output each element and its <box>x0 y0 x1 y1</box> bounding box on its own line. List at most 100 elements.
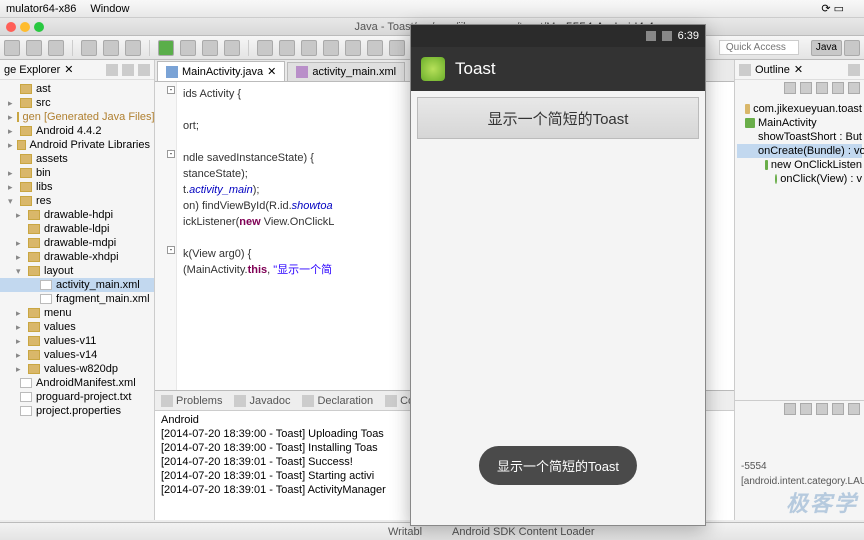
tree-item[interactable]: ▸values-v11 <box>0 334 154 348</box>
outline-tool[interactable] <box>816 82 828 94</box>
perspective-other[interactable] <box>844 40 860 56</box>
menu-window[interactable]: Window <box>90 3 129 15</box>
tab-javadoc[interactable]: Javadoc <box>234 395 290 407</box>
quick-access-input[interactable] <box>719 40 799 55</box>
toolbar-button[interactable] <box>224 40 240 56</box>
device-info: -5554 <box>735 459 864 474</box>
tree-item[interactable]: ▸libs <box>0 180 154 194</box>
menu-icon[interactable] <box>138 64 150 76</box>
tree-item[interactable]: ast <box>0 82 154 96</box>
outline-item[interactable]: showToastShort : But <box>737 130 862 144</box>
outline-item[interactable]: new OnClickListen <box>737 158 862 172</box>
app-title: Toast <box>455 59 496 79</box>
minimize-icon[interactable] <box>20 22 30 32</box>
outline-item[interactable]: onCreate(Bundle) : vo <box>737 144 862 158</box>
link-icon[interactable] <box>122 64 134 76</box>
toolbar-button[interactable] <box>389 40 405 56</box>
tree-item[interactable]: ▸values <box>0 320 154 334</box>
tree-item[interactable]: ▸gen [Generated Java Files] <box>0 110 154 124</box>
rp-tool[interactable] <box>832 403 844 415</box>
toast-message: 显示一个简短的Toast <box>479 446 637 485</box>
status-writable: Writabl <box>388 526 422 538</box>
debug-button[interactable] <box>180 40 196 56</box>
mac-menubar: mulator64-x86 Window ⟳ ▭ <box>0 0 864 18</box>
right-pane: Outline ✕ com.jikexueyuan.toastMainActiv… <box>734 60 864 520</box>
tree-item[interactable]: ▸values-v14 <box>0 348 154 362</box>
toolbar-button[interactable] <box>202 40 218 56</box>
toolbar-button[interactable] <box>48 40 64 56</box>
clock: 6:39 <box>678 30 699 42</box>
rp-tool[interactable] <box>848 403 860 415</box>
android-emulator: 6:39 Toast 显示一个简短的Toast 显示一个简短的Toast <box>410 24 706 526</box>
outline-tool[interactable] <box>784 82 796 94</box>
project-tree[interactable]: ast▸src▸gen [Generated Java Files]▸Andro… <box>0 80 154 520</box>
menu-icon[interactable] <box>848 64 860 76</box>
outline-tool[interactable] <box>848 82 860 94</box>
fold-icon[interactable]: - <box>167 86 175 94</box>
outline-item[interactable]: com.jikexueyuan.toast <box>737 102 862 116</box>
tree-item[interactable]: ▸bin <box>0 166 154 180</box>
toolbar-button[interactable] <box>125 40 141 56</box>
toolbar-button[interactable] <box>257 40 273 56</box>
toolbar-button[interactable] <box>323 40 339 56</box>
run-button[interactable] <box>158 40 174 56</box>
battery-icon <box>662 31 672 41</box>
toolbar-button[interactable] <box>301 40 317 56</box>
menu-right-icons: ⟳ ▭ <box>821 2 844 15</box>
tree-item[interactable]: ▸drawable-mdpi <box>0 236 154 250</box>
app-icon <box>421 57 445 81</box>
rp-tool[interactable] <box>800 403 812 415</box>
collapse-icon[interactable] <box>106 64 118 76</box>
tree-item[interactable]: ▸drawable-xhdpi <box>0 250 154 264</box>
tree-item[interactable]: ▸Android Private Libraries <box>0 138 154 152</box>
tree-item[interactable]: ▾layout <box>0 264 154 278</box>
tree-item[interactable]: assets <box>0 152 154 166</box>
perspective-java[interactable]: Java <box>811 40 842 56</box>
toolbar-button[interactable] <box>103 40 119 56</box>
close-icon[interactable] <box>6 22 16 32</box>
tree-item[interactable]: ▸src <box>0 96 154 110</box>
zoom-icon[interactable] <box>34 22 44 32</box>
rp-tool[interactable] <box>784 403 796 415</box>
tree-item[interactable]: ▸menu <box>0 306 154 320</box>
app-body: 显示一个简短的Toast 显示一个简短的Toast <box>411 91 705 525</box>
outline-icon <box>739 64 751 76</box>
android-actionbar: Toast <box>411 47 705 91</box>
watermark: 极客学 <box>786 486 858 518</box>
outline-tree[interactable]: com.jikexueyuan.toastMainActivityshowToa… <box>735 98 864 190</box>
tree-item[interactable]: proguard-project.txt <box>0 390 154 404</box>
outline-item[interactable]: MainActivity <box>737 116 862 130</box>
android-statusbar: 6:39 <box>411 25 705 47</box>
show-toast-button[interactable]: 显示一个简短的Toast <box>417 97 699 139</box>
tree-item[interactable]: ▸values-w820dp <box>0 362 154 376</box>
toolbar-button[interactable] <box>4 40 20 56</box>
tree-item[interactable]: drawable-ldpi <box>0 222 154 236</box>
outline-tool[interactable] <box>800 82 812 94</box>
tree-item[interactable]: fragment_main.xml <box>0 292 154 306</box>
package-explorer-pane: ge Explorer ✕ ast▸src▸gen [Generated Jav… <box>0 60 155 520</box>
tab-activitymain-xml[interactable]: activity_main.xml <box>287 62 405 81</box>
toolbar-button[interactable] <box>367 40 383 56</box>
tree-item[interactable]: ▸Android 4.4.2 <box>0 124 154 138</box>
fold-icon[interactable]: - <box>167 150 175 158</box>
tab-declaration[interactable]: Declaration <box>302 395 373 407</box>
pane-title: ge Explorer <box>4 64 60 76</box>
signal-icon <box>646 31 656 41</box>
outline-item[interactable]: onClick(View) : v <box>737 172 862 186</box>
toolbar-button[interactable] <box>26 40 42 56</box>
rp-tool[interactable] <box>816 403 828 415</box>
tab-mainactivity[interactable]: MainActivity.java✕ <box>157 61 285 81</box>
tab-problems[interactable]: Problems <box>161 395 222 407</box>
menu-app[interactable]: mulator64-x86 <box>6 3 76 15</box>
tree-item[interactable]: project.properties <box>0 404 154 418</box>
toolbar-button[interactable] <box>345 40 361 56</box>
status-loader: Android SDK Content Loader <box>452 526 594 538</box>
tree-item[interactable]: AndroidManifest.xml <box>0 376 154 390</box>
tree-item[interactable]: activity_main.xml <box>0 278 154 292</box>
tree-item[interactable]: ▸drawable-hdpi <box>0 208 154 222</box>
tree-item[interactable]: ▾res <box>0 194 154 208</box>
outline-tool[interactable] <box>832 82 844 94</box>
toolbar-button[interactable] <box>81 40 97 56</box>
toolbar-button[interactable] <box>279 40 295 56</box>
fold-icon[interactable]: - <box>167 246 175 254</box>
